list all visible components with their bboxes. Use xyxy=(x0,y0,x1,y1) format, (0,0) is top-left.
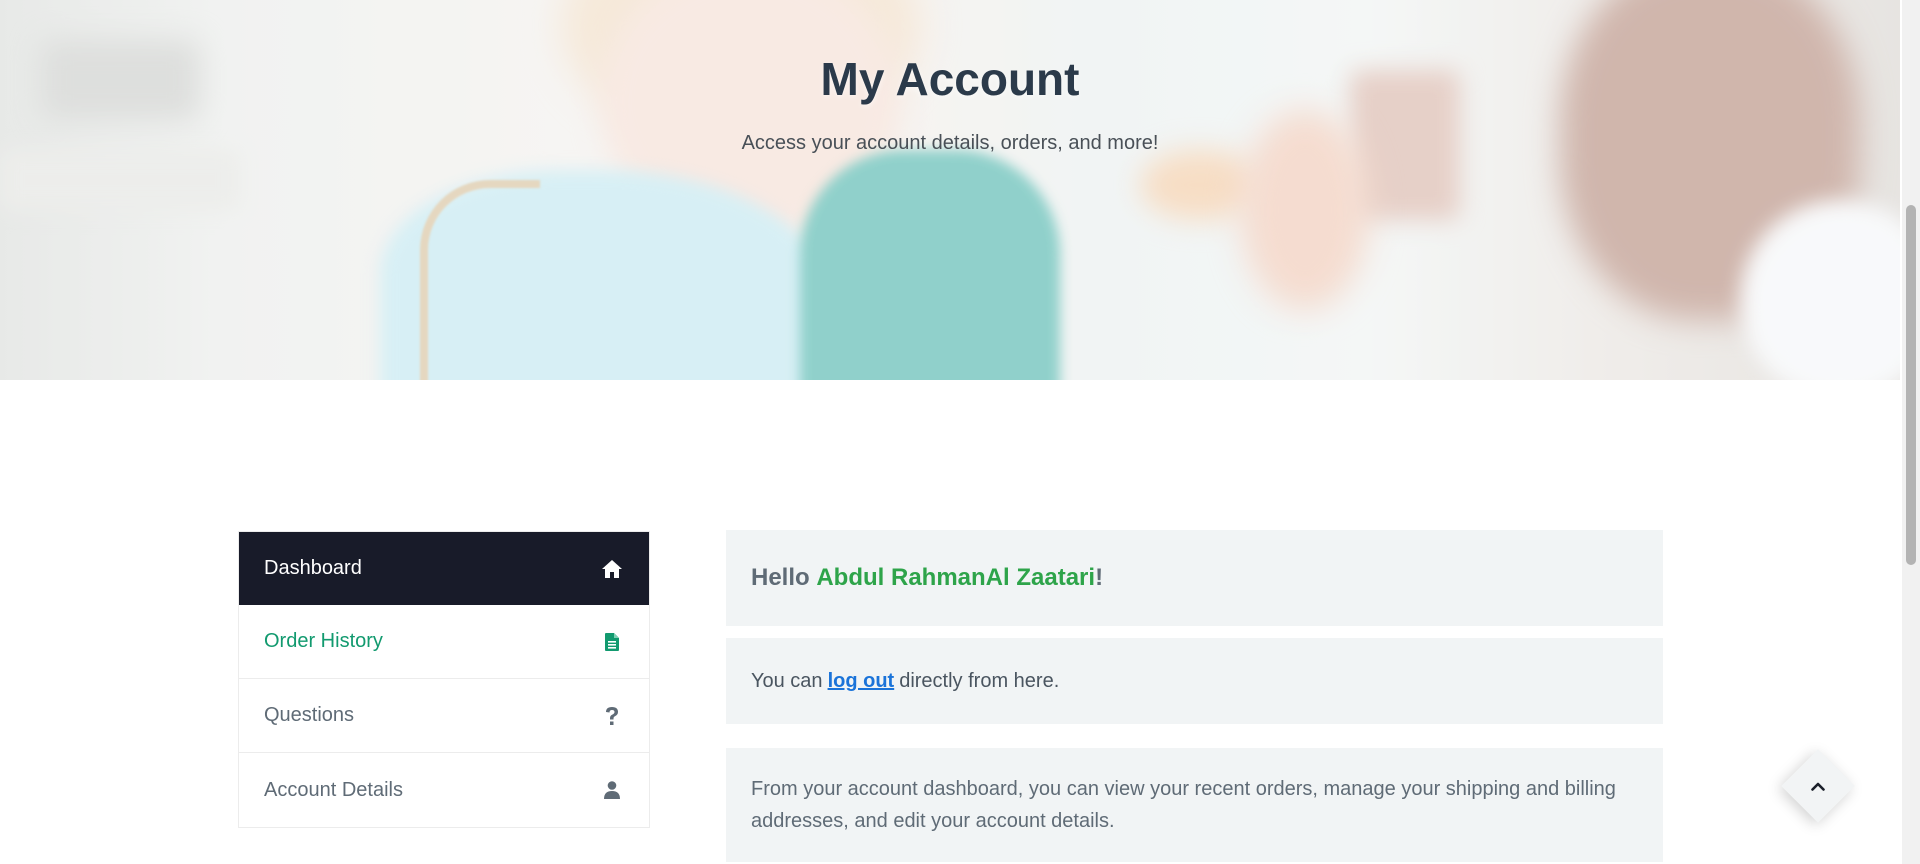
sidebar-item-label: Order History xyxy=(264,630,383,652)
dashboard-info-text: From your account dashboard, you can vie… xyxy=(751,778,1616,832)
dashboard-info-panel: From your account dashboard, you can vie… xyxy=(726,748,1663,862)
sidebar-item-label: Dashboard xyxy=(264,557,362,579)
page-scrollbar[interactable] xyxy=(1902,0,1920,864)
page-title: My Account xyxy=(820,53,1080,105)
scrollbar-thumb[interactable] xyxy=(1906,205,1916,565)
greeting-prefix: Hello xyxy=(751,564,817,591)
sidebar-item-order-history[interactable]: Order History xyxy=(239,605,649,679)
user-icon xyxy=(601,779,623,801)
logout-panel: You can log out directly from here. xyxy=(726,638,1663,724)
sidebar-item-account-details[interactable]: Account Details xyxy=(239,753,649,827)
sidebar-item-dashboard[interactable]: Dashboard xyxy=(239,532,649,605)
sidebar-item-questions[interactable]: Questions xyxy=(239,679,649,753)
home-icon xyxy=(601,558,623,580)
chevron-up-icon xyxy=(1792,760,1844,812)
greeting-suffix: ! xyxy=(1095,564,1104,591)
logout-link[interactable]: log out xyxy=(828,670,895,693)
greeting-panel: Hello Abdul RahmanAl Zaatari ! xyxy=(726,530,1663,626)
user-name: Abdul RahmanAl Zaatari xyxy=(816,564,1096,591)
page-subtitle: Access your account details, orders, and… xyxy=(741,132,1159,154)
account-sidebar: Dashboard Order History Questions Accoun… xyxy=(238,531,650,828)
logout-text-prefix: You can xyxy=(751,669,823,692)
sidebar-item-label: Account Details xyxy=(264,778,403,801)
question-icon xyxy=(601,705,623,727)
logout-text-suffix: directly from here. xyxy=(899,669,1060,692)
hero-banner: My Account Access your account details, … xyxy=(0,0,1900,380)
document-icon xyxy=(601,631,623,653)
sidebar-item-label: Questions xyxy=(264,704,355,726)
back-to-top-button[interactable] xyxy=(1781,749,1855,823)
